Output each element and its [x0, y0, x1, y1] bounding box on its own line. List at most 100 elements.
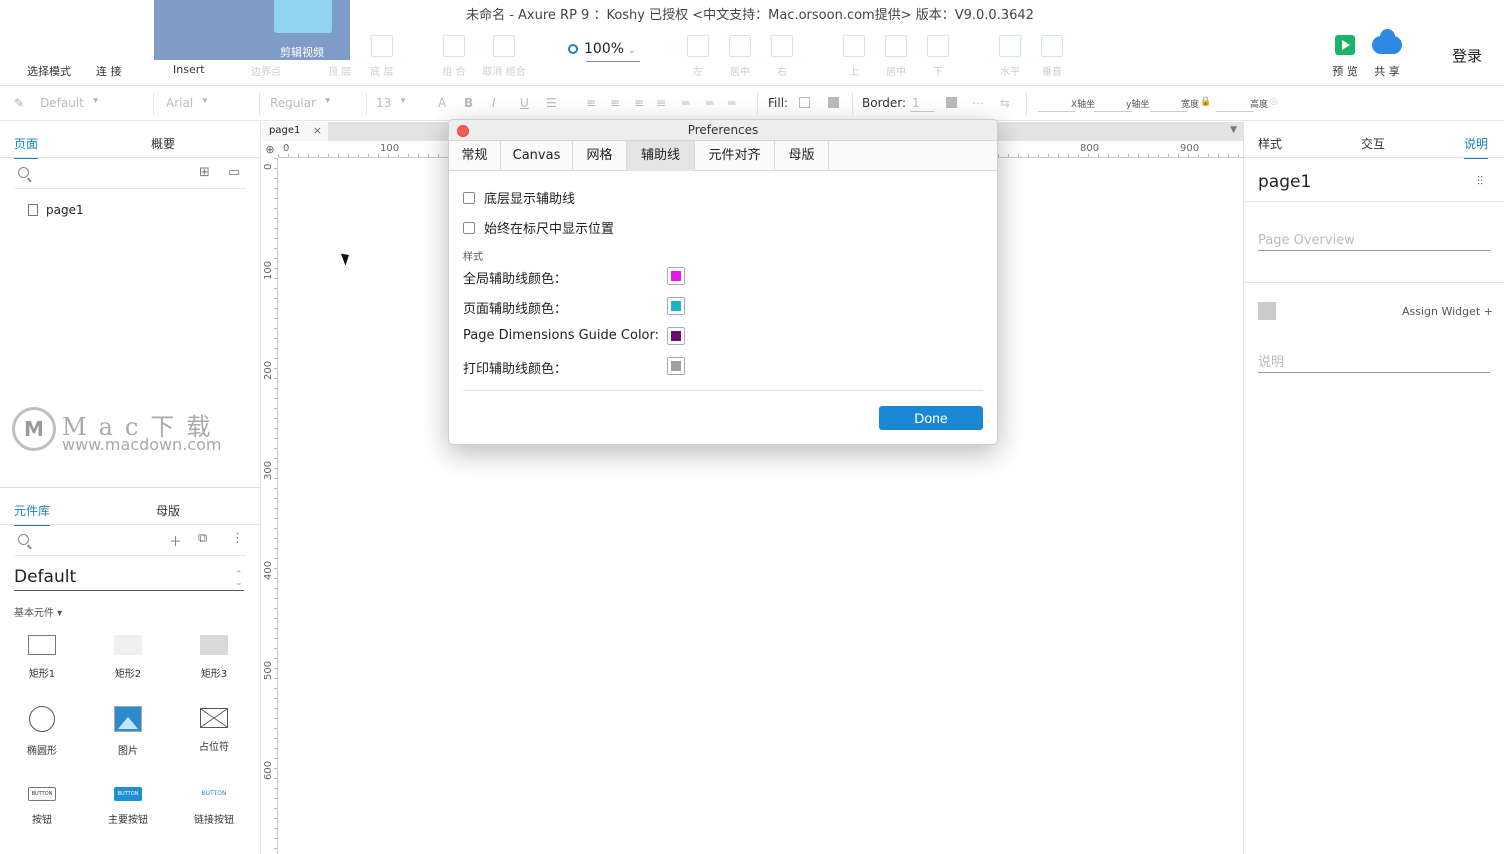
page-item-page1[interactable]: page1: [28, 203, 84, 217]
widget-category[interactable]: 基本元件 ▾: [14, 604, 62, 619]
distribute-horizontal-button[interactable]: 水平: [996, 35, 1024, 78]
x-coordinate-input[interactable]: [1038, 111, 1076, 112]
text-color-icon[interactable]: A: [438, 96, 446, 110]
tab-masters[interactable]: 母版: [156, 502, 180, 519]
widget-rectangle-3[interactable]: 矩形3: [184, 635, 244, 680]
video-thumbnail[interactable]: 剪辑视频: [154, 0, 350, 60]
bold-icon[interactable]: B: [464, 96, 473, 110]
add-page-icon[interactable]: ⊞: [199, 165, 210, 180]
assign-widget-button[interactable]: Assign Widget +: [1402, 305, 1493, 318]
lock-icon[interactable]: 🔒: [1200, 97, 1211, 107]
top-layer-button[interactable]: 顶 层: [328, 63, 351, 78]
more-options-icon[interactable]: ⋮: [231, 531, 244, 546]
fill-color-swatch[interactable]: [799, 97, 810, 108]
border-arrow-icon[interactable]: ⇆: [1000, 96, 1010, 110]
tab-interactions[interactable]: 交互: [1361, 135, 1385, 152]
align-middle-button[interactable]: 居中: [882, 35, 910, 78]
preview-icon[interactable]: [1335, 35, 1355, 55]
y-coordinate-input[interactable]: [1094, 111, 1132, 112]
print-guide-color-swatch[interactable]: [667, 357, 685, 375]
tab-outline[interactable]: 概要: [151, 135, 175, 152]
notes-input[interactable]: 说明: [1258, 351, 1490, 373]
ungroup-button[interactable]: 取消 组合: [482, 35, 526, 78]
share-cloud-icon[interactable]: [1372, 29, 1402, 54]
valign-middle-icon[interactable]: ═: [706, 96, 713, 110]
settings-sliders-icon[interactable]: ⫶⫶: [1477, 174, 1483, 189]
border-color-swatch[interactable]: [946, 97, 957, 108]
tab-libraries[interactable]: 元件库: [14, 502, 51, 526]
add-folder-icon[interactable]: ▭: [228, 165, 240, 180]
widget-rectangle-2[interactable]: 矩形2: [98, 635, 158, 680]
bottom-layer-button[interactable]: 底 层: [368, 35, 396, 78]
canvas-tab-page1[interactable]: page1 ×: [262, 122, 328, 141]
updown-chevron-icon[interactable]: ⌃ ⌄: [235, 571, 243, 588]
select-mode-button[interactable]: 选择模式: [27, 63, 71, 79]
login-button[interactable]: 登录: [1452, 45, 1482, 66]
valign-bottom-icon[interactable]: ═: [728, 96, 735, 110]
page-guide-color-swatch[interactable]: [667, 297, 685, 315]
tab-pages[interactable]: 页面: [14, 135, 39, 159]
tab-canvas[interactable]: Canvas: [501, 141, 573, 171]
italic-icon[interactable]: I: [492, 96, 496, 110]
width-input[interactable]: [1150, 111, 1188, 112]
show-position-ruler-checkbox[interactable]: 始终在标尺中显示位置: [463, 218, 614, 237]
valign-top-icon[interactable]: ═: [682, 96, 689, 110]
search-icon[interactable]: [18, 167, 29, 178]
insert-button[interactable]: Insert: [173, 63, 205, 76]
visibility-icon[interactable]: ◎: [1270, 97, 1278, 107]
library-search-icon[interactable]: [18, 534, 29, 545]
done-button[interactable]: Done: [879, 406, 983, 430]
chevron-down-icon[interactable]: ▼: [1230, 125, 1237, 135]
zoom-selector[interactable]: 100% ⌄: [568, 41, 640, 62]
widget-link-button[interactable]: BUTTON 链接按钮: [184, 787, 244, 826]
widget-ellipse[interactable]: 椭圆形: [12, 706, 72, 757]
distribute-vertical-button[interactable]: 垂直: [1038, 35, 1066, 78]
share-label[interactable]: 共 享: [1372, 63, 1402, 79]
tab-guides[interactable]: 辅助线: [627, 141, 695, 171]
underline-icon[interactable]: U: [520, 96, 529, 110]
connect-button[interactable]: 连 接: [96, 63, 122, 79]
tab-style[interactable]: 样式: [1258, 135, 1282, 152]
close-icon[interactable]: ×: [313, 124, 322, 137]
global-guide-color-swatch[interactable]: [667, 267, 685, 285]
tab-general[interactable]: 常规: [449, 141, 501, 171]
preview-label[interactable]: 预 览: [1330, 63, 1360, 79]
ruler-origin-icon[interactable]: ⊕: [262, 142, 278, 158]
align-text-right-icon[interactable]: ≡: [634, 96, 644, 110]
tab-masters[interactable]: 母版: [775, 141, 829, 171]
group-button[interactable]: 组 合: [440, 35, 468, 78]
tab-snap[interactable]: 元件对齐: [695, 141, 775, 171]
widget-rectangle-1[interactable]: 矩形1: [12, 635, 72, 680]
font-dropdown[interactable]: Arial: [166, 96, 207, 110]
border-style-icon[interactable]: ⋯: [972, 96, 984, 110]
add-library-icon[interactable]: ＋: [169, 531, 182, 550]
library-dropdown[interactable]: Default: [14, 567, 76, 587]
tab-notes[interactable]: 说明: [1464, 135, 1489, 159]
widget-button[interactable]: BUTTON 按钮: [12, 787, 72, 826]
widget-primary-button[interactable]: BUTTON 主要按钮: [98, 787, 158, 826]
page-dimensions-color-swatch[interactable]: [667, 327, 685, 345]
border-width-input[interactable]: 1: [912, 96, 920, 110]
height-input[interactable]: [1216, 111, 1254, 112]
widget-image[interactable]: 图片: [98, 706, 158, 757]
tab-grid[interactable]: 网格: [573, 141, 627, 171]
show-guides-bottom-checkbox[interactable]: 底层显示辅助线: [463, 188, 575, 207]
align-text-justify-icon[interactable]: ≡: [656, 96, 666, 110]
align-top-button[interactable]: 上: [842, 35, 866, 78]
page-overview-input[interactable]: Page Overview: [1258, 233, 1490, 251]
bullet-list-icon[interactable]: ☰: [546, 96, 557, 110]
align-left-button[interactable]: 左: [686, 35, 710, 78]
align-text-left-icon[interactable]: ≡: [586, 96, 596, 110]
points-button[interactable]: 边界点: [251, 63, 281, 78]
font-weight-dropdown[interactable]: Regular: [270, 96, 330, 110]
align-center-button[interactable]: 居中: [726, 35, 754, 78]
library-window-icon[interactable]: ⧉: [198, 531, 207, 546]
align-text-center-icon[interactable]: ≡: [610, 96, 620, 110]
close-button[interactable]: [457, 125, 469, 137]
align-right-button[interactable]: 右: [770, 35, 794, 78]
align-bottom-button[interactable]: 下: [926, 35, 950, 78]
style-dropdown[interactable]: Default: [40, 96, 98, 110]
checkbox-box[interactable]: [463, 222, 475, 234]
widget-placeholder[interactable]: 占位符: [184, 708, 244, 753]
checkbox-box[interactable]: [463, 192, 475, 204]
